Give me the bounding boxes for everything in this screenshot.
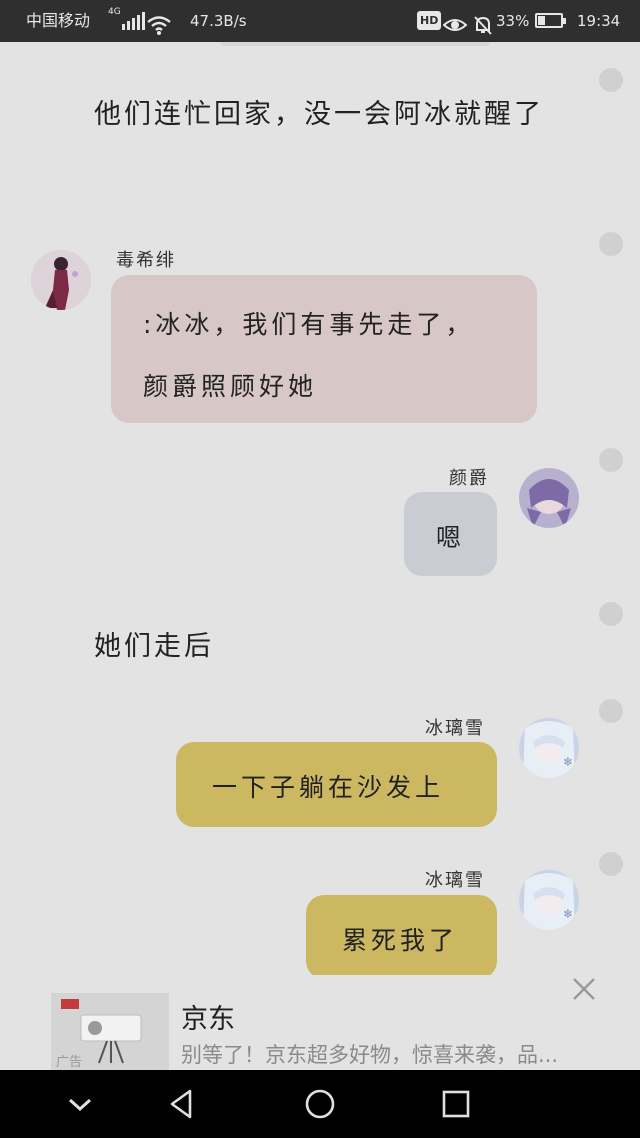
- bell-off-icon: [472, 10, 494, 35]
- battery-icon: [535, 13, 566, 28]
- narration-text: 她们走后: [94, 631, 214, 662]
- chevron-down-icon[interactable]: [62, 1086, 98, 1122]
- message-text: 一下子躺在沙发上: [212, 773, 445, 802]
- back-triangle-icon[interactable]: [164, 1086, 200, 1122]
- message-text: 颜爵照顾好她: [143, 372, 318, 401]
- ad-banner[interactable]: 广告 京东 别等了！京东超多好物，惊喜来袭，品...: [0, 975, 640, 1070]
- message-select-dot[interactable]: [599, 232, 623, 256]
- message-bubble[interactable]: 一下子躺在沙发上: [176, 742, 497, 827]
- network-type-label: 4G: [108, 7, 121, 17]
- navigation-bar: [0, 1070, 640, 1138]
- message-bubble[interactable]: :冰冰，我们有事先走了， 颜爵照顾好她: [111, 275, 537, 423]
- message-select-dot[interactable]: [599, 699, 623, 723]
- chat-area[interactable]: 他们连忙回家，没一会阿冰就醒了 毒希绯 :冰冰，我们有事先走了， 颜爵照顾好她 …: [0, 42, 640, 1070]
- status-bar: 中国移动 4G 47.3B/s HD 33% 19:34: [0, 0, 640, 42]
- message-bubble[interactable]: 嗯: [404, 492, 497, 576]
- sender-name: 冰璃雪: [425, 870, 485, 891]
- narration-text: 他们连忙回家，没一会阿冰就醒了: [94, 99, 544, 130]
- ad-title[interactable]: 京东: [181, 997, 235, 1036]
- message-select-dot[interactable]: [599, 852, 623, 876]
- previous-message-edge: [220, 42, 490, 46]
- svg-text:❄: ❄: [563, 907, 573, 921]
- sender-name: 毒希绯: [116, 250, 176, 271]
- signal-icon: [122, 12, 145, 30]
- message-text: :冰冰，我们有事先走了，: [143, 310, 475, 339]
- clock: 19:34: [577, 12, 621, 30]
- message-select-dot[interactable]: [599, 602, 623, 626]
- message-select-dot[interactable]: [599, 68, 623, 92]
- close-icon[interactable]: [571, 976, 597, 1002]
- sender-name: 冰璃雪: [425, 718, 485, 739]
- ad-label: 广告: [56, 1055, 83, 1070]
- home-circle-icon[interactable]: [302, 1086, 338, 1122]
- recent-square-icon[interactable]: [438, 1086, 474, 1122]
- avatar[interactable]: [519, 468, 579, 528]
- eye-icon: [442, 10, 468, 32]
- hd-badge: HD: [417, 11, 442, 30]
- carrier-label: 中国移动: [26, 11, 91, 30]
- battery-percent: 33%: [496, 12, 530, 30]
- svg-text:❄: ❄: [563, 755, 573, 769]
- avatar[interactable]: [31, 250, 91, 310]
- message-bubble[interactable]: 累死我了: [306, 895, 497, 979]
- message-select-dot[interactable]: [599, 448, 623, 472]
- sender-name: 颜爵: [449, 468, 489, 489]
- wifi-icon: [146, 10, 172, 35]
- avatar[interactable]: ❄: [519, 718, 579, 778]
- ad-description[interactable]: 别等了！京东超多好物，惊喜来袭，品...: [181, 1039, 611, 1069]
- message-text: 嗯: [436, 523, 466, 552]
- message-text: 累死我了: [342, 926, 459, 955]
- network-speed: 47.3B/s: [190, 12, 247, 30]
- avatar[interactable]: ❄: [519, 870, 579, 930]
